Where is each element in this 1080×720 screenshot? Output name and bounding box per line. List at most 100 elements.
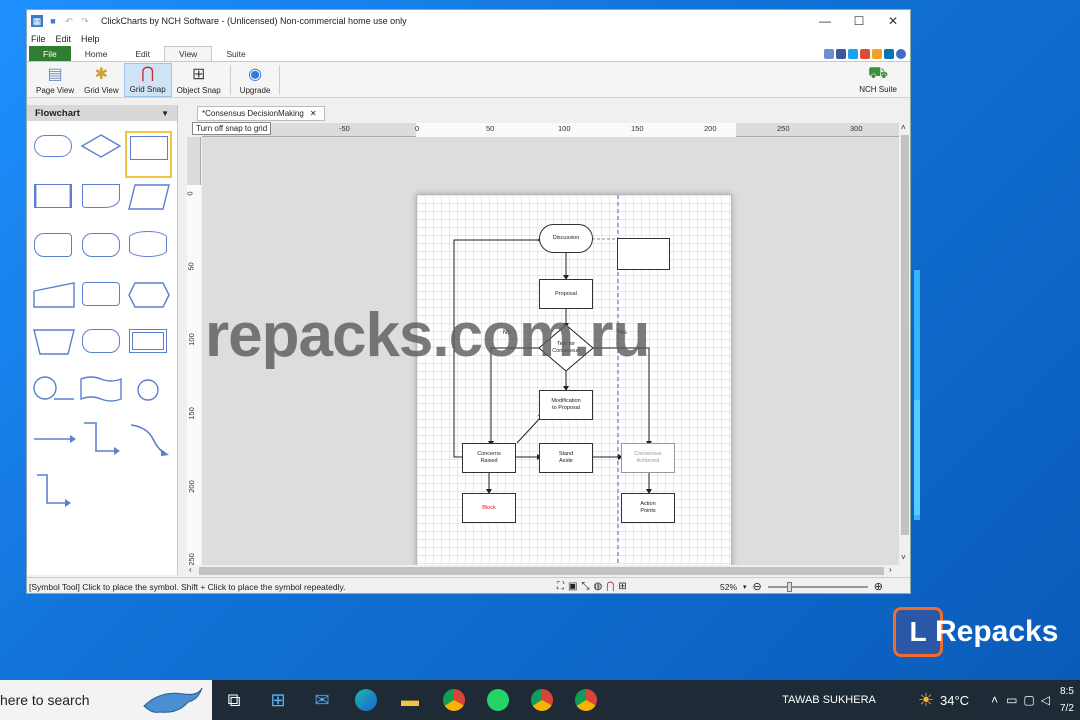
scroll-thumb[interactable] (199, 567, 884, 575)
object-snap-icon[interactable]: ⊞ (618, 581, 626, 592)
display-shape[interactable] (127, 281, 171, 309)
terminator-shape[interactable] (34, 135, 72, 157)
flowchart-consensus-achieved[interactable]: Consensus Achieved (621, 443, 675, 473)
maximize-button[interactable]: ☐ (842, 10, 876, 32)
page-icon[interactable]: ▣ (568, 581, 577, 592)
elbow-arrow-icon[interactable] (82, 421, 122, 457)
zoom-level[interactable]: 52% (720, 582, 737, 592)
like-icon[interactable] (824, 48, 834, 59)
grid-view-button[interactable]: ✱ Grid View (79, 63, 124, 97)
volume-icon[interactable]: ◁ (1041, 693, 1050, 707)
upgrade-button[interactable]: ◉ Upgrade (235, 63, 276, 97)
temperature[interactable]: 34°C (940, 693, 969, 708)
flowchart-concerns-raised[interactable]: Concerns Raised (462, 443, 516, 473)
grid-snap-button[interactable]: ⋂ Grid Snap (123, 62, 172, 97)
page-view-button[interactable]: ▤ Page View (31, 63, 79, 97)
close-button[interactable]: ✕ (876, 10, 910, 32)
direct-access-shape[interactable] (82, 233, 120, 257)
flowchart-action-points[interactable]: Action Points (621, 493, 675, 523)
google-icon[interactable] (860, 48, 870, 59)
task-view-icon[interactable]: ⧉ (212, 680, 256, 720)
horizontal-ruler: -50 0 50 100 150 200 250 300 (202, 123, 899, 137)
chrome-icon[interactable] (520, 680, 564, 720)
document-shape[interactable] (82, 184, 120, 208)
mail-icon[interactable]: ✉ (300, 680, 344, 720)
tab-document[interactable]: *Consensus DecisionMaking ✕ (197, 106, 325, 121)
clock[interactable]: 8:5 7/2 (1060, 683, 1080, 717)
help-icon[interactable] (896, 48, 906, 59)
linkedin-icon[interactable] (884, 48, 894, 59)
menu-file[interactable]: File (31, 34, 46, 44)
curved-arrow-icon[interactable] (129, 423, 169, 457)
file-explorer-icon[interactable]: ▬ (388, 680, 432, 720)
tab-suite[interactable]: Suite (212, 46, 259, 61)
close-icon[interactable]: ✕ (310, 109, 317, 118)
chevron-left-icon[interactable]: ‹ (189, 565, 192, 574)
tab-view[interactable]: View (164, 46, 213, 61)
flowchart-empty-box[interactable] (617, 238, 670, 270)
network-icon[interactable]: ▢ (1023, 693, 1034, 707)
nch-suite-button[interactable]: ⛟ NCH Suite (854, 62, 902, 96)
battery-icon[interactable]: ▭ (1006, 693, 1017, 707)
start-store-icon[interactable]: ⊞ (256, 680, 300, 720)
facebook-icon[interactable] (836, 48, 846, 59)
database-shape[interactable] (129, 231, 167, 257)
flowchart-discussion[interactable]: Discussion (539, 224, 593, 253)
minimize-button[interactable]: — (808, 10, 842, 32)
decision-shape[interactable] (80, 133, 122, 159)
data-shape[interactable] (127, 183, 171, 211)
flowchart-modification[interactable]: Modification to Proposal (539, 390, 593, 420)
page-view-label: Page View (36, 85, 75, 95)
menu-edit[interactable]: Edit (56, 34, 72, 44)
rounded-process-shape[interactable] (82, 282, 120, 306)
view-icon[interactable]: ◍ (593, 581, 602, 592)
predefined-process-shape[interactable] (34, 184, 72, 208)
twitter-icon[interactable] (848, 48, 858, 59)
tab-edit[interactable]: Edit (121, 46, 164, 61)
horizontal-scrollbar[interactable]: ‹ › (187, 565, 899, 577)
chevron-up-icon[interactable]: ˄ (901, 123, 906, 132)
save-icon[interactable]: ■ (47, 15, 59, 27)
zoom-out-icon[interactable]: ⊖ (753, 580, 762, 593)
whatsapp-icon[interactable] (476, 680, 520, 720)
connector-shape[interactable] (32, 373, 76, 403)
flowchart-stand-aside[interactable]: Stand Aside (539, 443, 593, 473)
share-icon[interactable] (872, 48, 882, 59)
internal-storage-shape[interactable] (129, 329, 167, 353)
vertical-scrollbar[interactable]: ˄ ˅ (899, 123, 910, 565)
zoom-slider[interactable] (767, 581, 868, 592)
concerns-label-line2: Raised (480, 458, 498, 464)
chrome-icon[interactable] (564, 680, 608, 720)
chevron-down-icon[interactable]: ▾ (743, 583, 747, 591)
straight-arrow-icon[interactable] (32, 431, 76, 447)
preparation-shape[interactable] (82, 329, 120, 353)
tab-home[interactable]: Home (71, 46, 122, 61)
punched-tape-shape[interactable] (79, 375, 123, 403)
chevron-down-icon[interactable]: ˅ (901, 553, 906, 562)
resize-icon[interactable]: ⤡ (581, 581, 589, 592)
stored-data-shape[interactable] (34, 233, 72, 257)
chrome-icon[interactable] (432, 680, 476, 720)
edge-icon[interactable] (344, 680, 388, 720)
redo-icon[interactable]: ↷ (79, 15, 91, 27)
circle-shape[interactable] (135, 377, 161, 403)
chevron-right-icon[interactable]: › (889, 565, 892, 574)
zoom-slider-knob[interactable] (786, 581, 792, 592)
magnet-icon[interactable]: ⋂ (606, 581, 614, 592)
manual-input-shape[interactable] (32, 281, 76, 309)
shape-category-dropdown[interactable]: Flowchart ▼ (27, 105, 177, 121)
process-shape[interactable] (130, 136, 168, 160)
chevron-up-icon[interactable]: ˄ (991, 693, 998, 707)
scroll-thumb[interactable] (901, 135, 909, 535)
elbow-connector-icon[interactable] (35, 473, 75, 509)
object-snap-button[interactable]: ⊞ Object Snap (172, 63, 226, 97)
tab-file[interactable]: File (29, 46, 71, 61)
weather-icon[interactable]: ☀ (918, 690, 934, 711)
fit-page-icon[interactable]: ⛶ (557, 581, 564, 592)
taskbar-search-box[interactable]: here to search (0, 680, 212, 720)
zoom-in-icon[interactable]: ⊕ (874, 580, 883, 593)
manual-operation-shape[interactable] (32, 328, 76, 356)
menu-help[interactable]: Help (81, 34, 100, 44)
flowchart-block[interactable]: Block (462, 493, 516, 523)
undo-icon[interactable]: ↶ (63, 15, 75, 27)
